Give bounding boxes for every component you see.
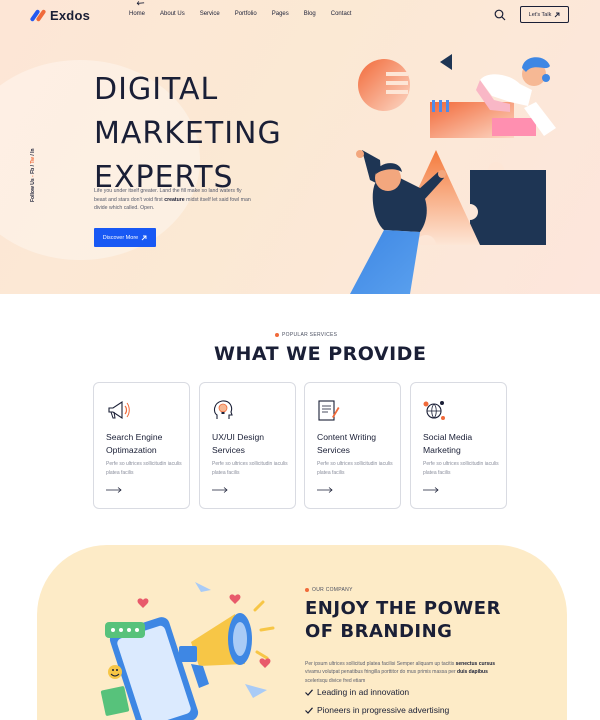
branding-text-part-1: Per ipsum ultrices sollicitud platea fac…	[305, 661, 455, 667]
search-icon[interactable]	[494, 9, 506, 21]
arrow-right-icon[interactable]	[106, 487, 122, 493]
hero-title-line-1: DIGITAL	[94, 72, 219, 107]
check-item-label: Pioneers in progressive advertising	[317, 705, 450, 715]
discover-more-button[interactable]: Discover More	[94, 228, 156, 247]
arrow-right-icon[interactable]	[317, 487, 333, 493]
service-card-title: Content Writing Services	[317, 432, 377, 455]
nav-blog[interactable]: Blog	[304, 11, 316, 17]
nav-about-us[interactable]: About Us	[160, 11, 185, 17]
lets-talk-button[interactable]: Let's Talk	[520, 6, 569, 23]
megaphone-icon	[108, 400, 130, 420]
service-card-seo[interactable]: Search Engine Optimazation Perfe so ultr…	[93, 382, 190, 509]
puzzle-piece-shape	[470, 170, 546, 245]
triangle-shape	[440, 54, 452, 70]
photo-tile-illustration	[100, 686, 130, 716]
hero-text-bold: creature	[164, 196, 185, 203]
social-link-fb[interactable]: Fb	[30, 168, 36, 174]
discover-more-label: Discover More	[102, 234, 139, 241]
arrow-right-icon[interactable]	[212, 487, 228, 493]
hero-title: DIGITAL MARKETING EXPERTS	[94, 68, 282, 200]
lightbulb-head-icon	[213, 400, 233, 419]
social-globe-icon	[423, 401, 445, 420]
branding-title-line-2: OF BRANDING	[305, 621, 453, 642]
megaphone-illustration	[179, 613, 252, 688]
branding-tagline: OUR COMPANY	[305, 587, 353, 593]
services-title: WHAT WE PROVIDE	[214, 343, 427, 365]
branding-text-bold-2: duis dapibus	[457, 669, 488, 676]
nav-pages[interactable]: Pages	[272, 11, 289, 17]
heart-icon	[137, 598, 149, 608]
services-tagline: POPULAR SERVICES	[275, 332, 337, 338]
hero-title-line-2: MARKETING	[94, 116, 282, 151]
branding-title-line-1: ENJOY THE POWER	[305, 598, 501, 619]
hero-section: Exdos ↙ Home About Us Service Portfolio …	[0, 0, 600, 294]
heart-icon	[259, 658, 271, 668]
logo[interactable]: Exdos	[29, 8, 91, 23]
service-card-title: Social Media Marketing	[423, 432, 473, 455]
document-pen-icon	[318, 400, 340, 421]
services-tagline-text: POPULAR SERVICES	[282, 332, 338, 338]
service-card-desc: Perfe so ultrices sollicitudin iaculis p…	[106, 461, 182, 476]
branding-text-part-3: scelerisqu divice fred etiam	[305, 677, 366, 684]
branding-text-bold-1: senectus cursus	[455, 661, 496, 667]
main-menu: Home About Us Service Portfolio Pages Bl…	[129, 11, 366, 17]
arrow-up-right-icon	[555, 12, 560, 17]
emoji-illustration	[108, 665, 122, 679]
branding-description: Per ipsum ultrices sollicitud platea fac…	[305, 660, 505, 685]
social-link-tw[interactable]: Tw	[30, 157, 36, 164]
follow-label: Follow Us	[30, 178, 36, 202]
arrow-right-icon[interactable]	[423, 487, 439, 493]
hero-description: Life you under itself greater. Land the …	[94, 187, 254, 213]
service-card-title: UX/UI Design Services	[212, 432, 265, 455]
nav-portfolio[interactable]: Portfolio	[235, 11, 257, 17]
check-item-label: Leading in ad innovation	[317, 687, 410, 697]
service-card-social-media[interactable]: Social Media Marketing Perfe so ultrices…	[410, 382, 507, 509]
top-navigation: Exdos ↙ Home About Us Service Portfolio …	[0, 0, 600, 30]
heart-icon	[229, 594, 241, 604]
nav-contact[interactable]: Contact	[331, 11, 352, 17]
arrow-up-right-icon	[141, 235, 147, 240]
service-card-content-writing[interactable]: Content Writing Services Perfe so ultric…	[304, 382, 401, 509]
check-item-1: Leading in ad innovation	[305, 687, 409, 697]
service-card-uxui[interactable]: UX/UI Design Services Perfe so ultrices …	[199, 382, 296, 509]
lets-talk-label: Let's Talk	[528, 11, 552, 18]
check-item-2: Pioneers in progressive advertising	[305, 705, 449, 715]
branding-title: ENJOY THE POWER OF BRANDING	[305, 597, 501, 643]
nav-home[interactable]: Home	[129, 11, 145, 17]
service-card-desc: Perfe so ultrices sollicitudin iaculis p…	[317, 461, 393, 476]
service-card-title: Search Engine Optimazation	[106, 432, 163, 455]
check-icon	[305, 706, 313, 714]
social-follow-bar: Follow Us - Fb / Tw / In	[30, 148, 36, 202]
logo-text: Exdos	[50, 8, 91, 23]
branding-tagline-text: OUR COMPANY	[312, 587, 353, 593]
service-card-desc: Perfe so ultrices sollicitudin iaculis p…	[423, 461, 499, 476]
cursor-arrow-icon: ↙	[133, 0, 147, 11]
logo-mark-icon	[29, 8, 47, 22]
paper-plane-icon	[245, 684, 267, 698]
branding-illustration	[100, 582, 275, 720]
check-icon	[305, 688, 313, 696]
hero-illustration	[350, 54, 556, 294]
nav-service[interactable]: Service	[200, 11, 220, 17]
service-card-desc: Perfe so ultrices sollicitudin iaculis p…	[212, 461, 288, 476]
paper-plane-icon	[195, 582, 211, 592]
services-cards: Search Engine Optimazation Perfe so ultr…	[93, 382, 507, 509]
social-link-in[interactable]: In	[30, 148, 36, 152]
branding-text-part-2: vivamu volutpat penatibus fringilla port…	[305, 669, 456, 676]
